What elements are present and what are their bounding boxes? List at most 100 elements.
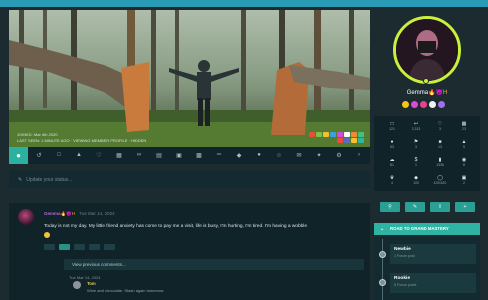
stat-cell[interactable]: ☁ 81 xyxy=(380,157,404,167)
stat-value: 81 xyxy=(390,163,394,167)
chevron-down-icon: ⌄ xyxy=(380,226,385,232)
badge-icon[interactable] xyxy=(358,132,364,137)
tags-icon[interactable]: ◆ xyxy=(234,152,244,159)
search-user-button[interactable]: ⚲ xyxy=(380,202,400,212)
stat-cell[interactable]: ♛ 4 xyxy=(380,175,404,185)
chevron-right-icon[interactable]: › xyxy=(354,152,364,159)
report-icon[interactable] xyxy=(89,244,100,250)
stat-cell[interactable]: ● 53 xyxy=(380,139,404,149)
badge-icon[interactable] xyxy=(351,138,357,143)
cart-icon[interactable]: ▣ xyxy=(174,152,184,159)
user-group-icon[interactable]: ● xyxy=(254,152,264,159)
level-marker-icon xyxy=(379,251,386,258)
stat-cell[interactable]: ◆ 100 xyxy=(404,175,428,185)
stat-cell[interactable]: ▦ 23 xyxy=(452,121,476,131)
badge-icon[interactable] xyxy=(411,101,418,108)
stat-cell[interactable]: $1 xyxy=(404,157,428,167)
thumbs-up-icon[interactable]: ▲ xyxy=(74,152,84,159)
badge-icon[interactable] xyxy=(309,132,315,137)
stat-value: 5 xyxy=(463,145,465,149)
envelope-icon[interactable]: ✉ xyxy=(294,152,304,159)
stat-cell[interactable]: ◯ £39,620 xyxy=(428,175,452,185)
main-column: JOINED: Mar 4th 2020 LAST SEEN: 1 MINUTE… xyxy=(9,10,370,188)
edit-profile-button[interactable]: ✎ xyxy=(405,202,425,212)
level-name: Rookie xyxy=(394,276,410,281)
stat-cell[interactable]: ▲ 5 xyxy=(452,139,476,149)
status-placeholder: Update your status... xyxy=(26,176,73,183)
badge-icon[interactable] xyxy=(351,132,357,137)
cover-member-info: JOINED: Mar 4th 2020 LAST SEEN: 1 MINUTE… xyxy=(17,132,146,144)
profile-name-text: Gemma xyxy=(406,90,429,96)
post-author-suffix: 🔥😈H xyxy=(60,211,75,216)
badge-icon[interactable] xyxy=(344,138,350,143)
post-text: Today is not my day. My little friend an… xyxy=(44,224,308,229)
badge-icon[interactable] xyxy=(337,132,343,137)
link-icon[interactable]: ∞ xyxy=(134,152,144,159)
last-seen: LAST SEEN: 1 MINUTE AGO · VIEWING MEMBER… xyxy=(17,138,147,143)
badge-icon[interactable] xyxy=(316,132,322,137)
badge-icon[interactable] xyxy=(420,101,427,108)
stat-cell[interactable]: ⚑ 3 xyxy=(404,139,428,149)
stat-cell[interactable]: ◉ 8 xyxy=(452,157,476,167)
star-icon[interactable]: ✦ xyxy=(314,152,324,159)
stat-cell[interactable]: ▣ 2 xyxy=(452,175,476,185)
level-marker-icon xyxy=(379,279,386,286)
stat-value: 100 xyxy=(413,181,419,185)
profile-avatar[interactable] xyxy=(393,16,461,84)
road-to-mastery-header[interactable]: ⌄ ROAD TO GRAND MASTERY xyxy=(374,223,480,235)
image-icon[interactable]: ▦ xyxy=(114,152,124,159)
profile-name: Gemma🔥😈H xyxy=(374,89,480,96)
stat-cell[interactable]: ▮ 1336 xyxy=(428,157,452,167)
share-icon[interactable] xyxy=(104,244,115,250)
history-icon[interactable]: ↺ xyxy=(34,152,44,159)
stat-value: 2 xyxy=(463,181,465,185)
upload-button[interactable]: ⇧ xyxy=(430,202,450,212)
stat-cell[interactable]: ↩ 2,313 xyxy=(404,121,428,131)
comment-author-name[interactable]: Tom xyxy=(87,281,96,286)
cover-badge-row xyxy=(306,132,364,143)
stat-value: 2,313 xyxy=(411,127,421,131)
level-detail: 5 Forum posts xyxy=(394,283,417,287)
heart-icon[interactable]: ♡ xyxy=(94,152,104,159)
post-author-avatar[interactable] xyxy=(18,209,34,225)
badge-icon[interactable] xyxy=(438,101,445,108)
level-name: Newbie xyxy=(394,247,411,252)
stat-cell[interactable]: ■ 13 xyxy=(428,139,452,149)
comment-icon[interactable]: □ xyxy=(54,152,64,159)
like-icon[interactable] xyxy=(59,244,70,250)
post-author-name[interactable]: Gemma xyxy=(44,211,61,216)
briefcase-icon[interactable]: ▩ xyxy=(194,152,204,159)
profile-stats-grid: □ 121 ↩ 2,313 ♡ 3 ▦ 23 ● 53 ⚑ 3 ■ 13 ▲ 5 ☁ 81 $1 … xyxy=(374,116,480,191)
settings-icon[interactable]: ⚙ xyxy=(334,152,344,159)
level-detail: 1 Forum post xyxy=(394,254,415,258)
calendar-icon[interactable]: ▤ xyxy=(154,152,164,159)
avatar-portrait xyxy=(396,19,458,81)
add-friend-button[interactable]: + xyxy=(455,202,475,212)
badge-icon[interactable] xyxy=(344,132,350,137)
dumbbell-icon[interactable]: ═ xyxy=(214,152,224,159)
badge-icon[interactable] xyxy=(323,132,329,137)
stat-cell[interactable]: ♡ 3 xyxy=(428,121,452,131)
view-previous-comments[interactable]: View previous comments... xyxy=(64,259,364,270)
trophy-icon[interactable]: ☆ xyxy=(274,152,284,159)
badge-icon[interactable] xyxy=(358,138,364,143)
comment-text: Wine and chocolate. Stash again tomorrow… xyxy=(87,288,165,293)
person-icon[interactable]: ● xyxy=(9,147,28,164)
badge-icon[interactable] xyxy=(337,138,343,143)
comment-author-avatar[interactable] xyxy=(73,281,81,289)
badge-icon[interactable] xyxy=(429,101,436,108)
stat-value: 1336 xyxy=(436,163,444,167)
badge-icon[interactable] xyxy=(402,101,409,108)
edit-icon[interactable] xyxy=(74,244,85,250)
delete-icon[interactable] xyxy=(44,244,55,250)
status-update-field[interactable]: ✎ Update your status... xyxy=(9,171,370,188)
stat-value: 53 xyxy=(390,145,394,149)
cover-photo: JOINED: Mar 4th 2020 LAST SEEN: 1 MINUTE… xyxy=(9,10,370,147)
toolbar-icons: ↺ □ ▲ ♡ ▦ ∞ ▤ ▣ ▩ ═ ◆ ● ☆ ✉ ✦ ⚙ › xyxy=(28,152,370,159)
profile-badges xyxy=(402,101,445,108)
stat-value: 3 xyxy=(439,127,441,131)
badge-icon[interactable] xyxy=(330,132,336,137)
stat-cell[interactable]: □ 121 xyxy=(380,121,404,131)
level-item: Newbie 1 Forum post xyxy=(390,244,476,264)
mastery-levels-list: Newbie 1 Forum post Rookie 5 Forum posts xyxy=(374,237,480,300)
